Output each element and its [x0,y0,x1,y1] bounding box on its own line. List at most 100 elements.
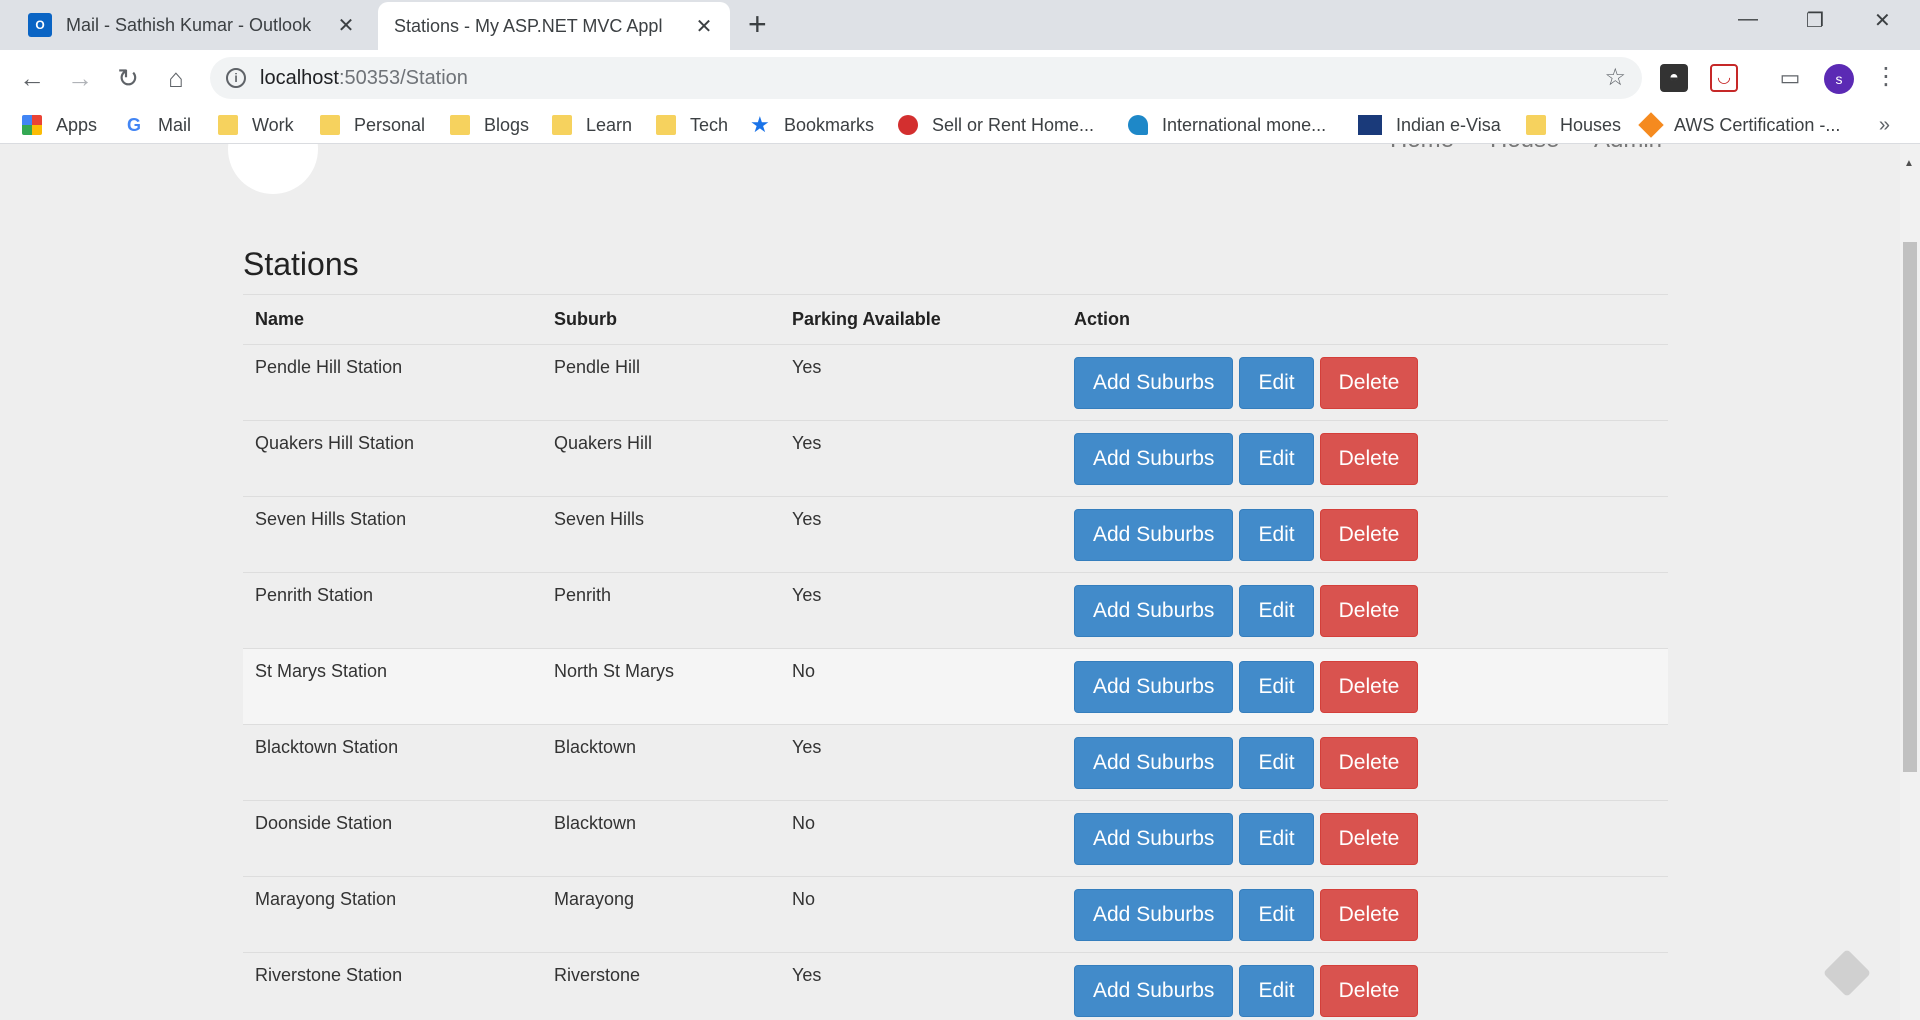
bookmark-folder-blogs[interactable]: Blogs [450,110,529,140]
delete-button[interactable]: Delete [1319,889,1419,941]
transfer-icon [1128,115,1148,135]
edit-button[interactable]: Edit [1239,661,1314,713]
bookmark-folder-learn[interactable]: Learn [552,110,632,140]
vertical-scrollbar[interactable]: ▲ [1900,144,1920,1020]
table-row: Penrith Station Penrith Yes Add Suburbs … [243,572,1668,649]
cell-parking: Yes [780,420,1062,497]
column-header-action: Action [1062,294,1668,345]
profile-avatar[interactable]: s [1824,64,1854,94]
add-suburbs-button[interactable]: Add Suburbs [1074,737,1234,789]
bookmark-indian-evisa[interactable]: Indian e-Visa [1358,110,1501,140]
address-bar[interactable]: i localhost:50353/Station ☆ [210,57,1642,99]
bookmark-mail[interactable]: G Mail [124,110,191,140]
scroll-up-arrow-icon[interactable]: ▲ [1904,158,1914,169]
bookmark-apps[interactable]: Apps [22,110,97,140]
nav-admin-link[interactable]: Admin [1594,144,1662,154]
bookmark-folder-houses[interactable]: Houses [1526,110,1621,140]
cell-parking: No [780,800,1062,877]
window-close-icon[interactable]: ✕ [1874,8,1891,33]
outlook-icon: O [28,13,52,37]
delete-button[interactable]: Delete [1319,585,1419,637]
folder-icon [1526,115,1546,135]
add-suburbs-button[interactable]: Add Suburbs [1074,965,1234,1017]
cell-actions: Add Suburbs Edit Delete [1062,648,1668,725]
cell-parking: Yes [780,496,1062,573]
add-suburbs-button[interactable]: Add Suburbs [1074,433,1234,485]
menu-kebab-icon[interactable]: ⋮ [1874,62,1898,91]
edit-button[interactable]: Edit [1239,737,1314,789]
folder-icon [552,115,572,135]
cast-icon[interactable]: ▭ [1776,64,1804,92]
reload-icon[interactable]: ↻ [110,60,146,96]
delete-button[interactable]: Delete [1319,433,1419,485]
pocket-extension-icon[interactable]: ◡ [1710,64,1738,92]
bookmark-folder-tech[interactable]: Tech [656,110,728,140]
delete-button[interactable]: Delete [1319,965,1419,1017]
bookmark-folder-work[interactable]: Work [218,110,294,140]
tab-outlook-mail[interactable]: O Mail - Sathish Kumar - Outlook ✕ [12,0,372,50]
folder-icon [218,115,238,135]
nav-house-link[interactable]: House [1490,144,1559,154]
url-host: localhost [260,66,339,89]
nav-home-link[interactable]: Home [1390,144,1454,154]
cell-name: Seven Hills Station [243,496,542,573]
cell-suburb: Seven Hills [542,496,780,573]
add-suburbs-button[interactable]: Add Suburbs [1074,509,1234,561]
tab-stations[interactable]: Stations - My ASP.NET MVC Appl ✕ [378,2,730,170]
add-suburbs-button[interactable]: Add Suburbs [1074,813,1234,865]
back-arrow-icon[interactable]: ← [14,60,50,96]
bookmark-folder-personal[interactable]: Personal [320,110,425,140]
site-logo[interactable] [228,144,318,194]
cell-name: Marayong Station [243,876,542,953]
site-info-icon[interactable]: i [226,68,246,88]
star-icon: ★ [750,112,770,137]
tab-title: Mail - Sathish Kumar - Outlook [66,14,312,35]
delete-button[interactable]: Delete [1319,737,1419,789]
add-suburbs-button[interactable]: Add Suburbs [1074,585,1234,637]
cell-suburb: Blacktown [542,724,780,801]
cell-suburb: Blacktown [542,800,780,877]
add-suburbs-button[interactable]: Add Suburbs [1074,889,1234,941]
delete-button[interactable]: Delete [1319,509,1419,561]
cell-actions: Add Suburbs Edit Delete [1062,952,1668,1020]
edit-button[interactable]: Edit [1239,509,1314,561]
delete-button[interactable]: Delete [1319,813,1419,865]
forward-arrow-icon[interactable]: → [62,60,98,96]
bookmark-sell-rent[interactable]: Sell or Rent Home... [898,110,1094,140]
new-tab-button[interactable]: + [748,6,767,42]
bookmark-label: Blogs [484,114,530,135]
bookmark-international-money[interactable]: International mone... [1128,110,1326,140]
bookmark-bookmarks[interactable]: ★ Bookmarks [750,110,874,140]
delete-button[interactable]: Delete [1319,661,1419,713]
minimize-icon[interactable]: — [1738,8,1758,31]
add-suburbs-button[interactable]: Add Suburbs [1074,661,1234,713]
tab-close-icon[interactable]: ✕ [694,14,714,39]
folder-icon [450,115,470,135]
cell-name: Penrith Station [243,572,542,649]
cell-name: Doonside Station [243,800,542,877]
bookmarks-overflow-icon[interactable]: » [1879,114,1890,137]
cell-suburb: North St Marys [542,648,780,725]
edit-button[interactable]: Edit [1239,813,1314,865]
edit-button[interactable]: Edit [1239,357,1314,409]
edit-button[interactable]: Edit [1239,965,1314,1017]
restore-icon[interactable]: ❐ [1806,8,1824,33]
cell-name: Pendle Hill Station [243,344,542,421]
delete-button[interactable]: Delete [1319,357,1419,409]
nic-icon [1358,115,1382,135]
home-icon[interactable]: ⌂ [158,60,194,96]
edit-button[interactable]: Edit [1239,433,1314,485]
edit-button[interactable]: Edit [1239,889,1314,941]
add-suburbs-button[interactable]: Add Suburbs [1074,357,1234,409]
table-row: Pendle Hill Station Pendle Hill Yes Add … [243,344,1668,421]
edit-button[interactable]: Edit [1239,585,1314,637]
tab-close-icon[interactable]: ✕ [336,13,356,38]
scrollbar-thumb[interactable] [1903,242,1917,772]
bookmark-aws-certification[interactable]: AWS Certification -... [1638,110,1840,140]
bookmark-star-icon[interactable]: ☆ [1604,63,1626,92]
incognito-extension-icon[interactable]: ◓ [1660,64,1688,92]
cell-parking: Yes [780,344,1062,421]
folder-icon [320,115,340,135]
cell-parking: No [780,648,1062,725]
bookmark-label: Indian e-Visa [1396,114,1501,135]
